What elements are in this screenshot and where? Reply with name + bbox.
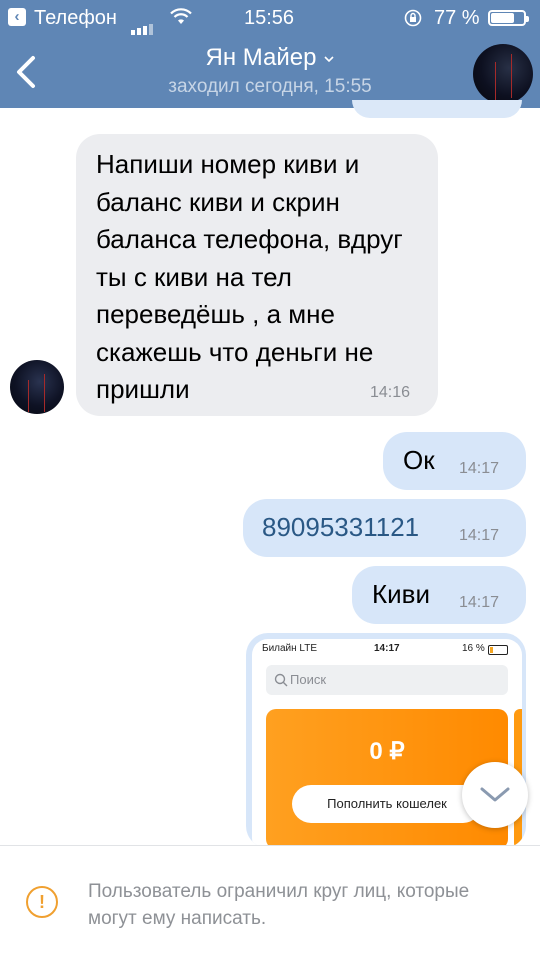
warning-icon: ! [26,886,58,918]
message-bubble-out[interactable]: 89095331121 14:17 [243,499,526,557]
status-time: 15:56 [244,7,295,29]
last-seen: заходил сегодня, 15:55 [168,76,372,97]
attachment-status-bar: Билайн LTE 14:17 16 % [252,643,522,657]
chevron-down-icon[interactable] [324,54,335,64]
battery-icon [488,10,529,26]
phone-number-link[interactable]: 89095331121 [262,512,419,543]
chevron-down-icon [480,787,510,802]
status-bar: ‹ Телефон 15:56 77 % [0,0,540,36]
chat-header: ‹ Телефон 15:56 77 % Ян Майер заходил се… [0,0,540,108]
previous-message-bubble [352,100,522,118]
restriction-footer: ! Пользователь ограничил круг лиц, котор… [0,845,540,961]
message-time: 14:17 [459,594,500,611]
attachment-search-placeholder: Поиск [290,672,327,687]
search-icon [274,673,288,687]
sender-avatar[interactable] [10,360,64,414]
message-time: 14:16 [370,384,411,401]
scroll-down-button[interactable] [462,762,528,828]
wallet-balance: 0 ₽ [369,738,405,765]
restriction-notice: Пользователь ограничил круг лиц, которые… [88,881,470,929]
chat-title[interactable]: Ян Майер [0,44,540,72]
signal-icon [131,12,155,35]
message-text: Ок [403,445,435,475]
attachment-search-bar: Поиск [266,665,508,695]
attachment-battery: 16 % [462,643,485,654]
message-text: Киви [372,579,431,609]
message-bubble-out[interactable]: Киви 14:17 [352,566,526,624]
attachment-time: 14:17 [374,643,400,654]
message-time: 14:17 [459,460,500,477]
avatar[interactable] [473,44,533,104]
message-time: 14:17 [459,527,500,544]
message-bubble-out[interactable]: Ок 14:17 [383,432,526,490]
contact-name[interactable]: Ян Майер [206,44,317,71]
attachment-carrier: Билайн LTE [262,643,318,654]
message-bubble-in[interactable]: Напиши номер киви и баланс киви и скрин … [76,134,438,416]
rotation-lock-icon [404,9,422,27]
wifi-icon [170,8,192,24]
top-up-wallet-label: Пополнить кошелек [292,785,482,823]
message-text: Напиши номер киви и баланс киви и скрин … [96,149,403,404]
back-to-app-icon[interactable]: ‹ [8,8,26,26]
battery-text: 77 % [434,7,480,29]
attachment-battery-icon [488,645,508,655]
back-to-app-label[interactable]: Телефон [34,7,117,30]
